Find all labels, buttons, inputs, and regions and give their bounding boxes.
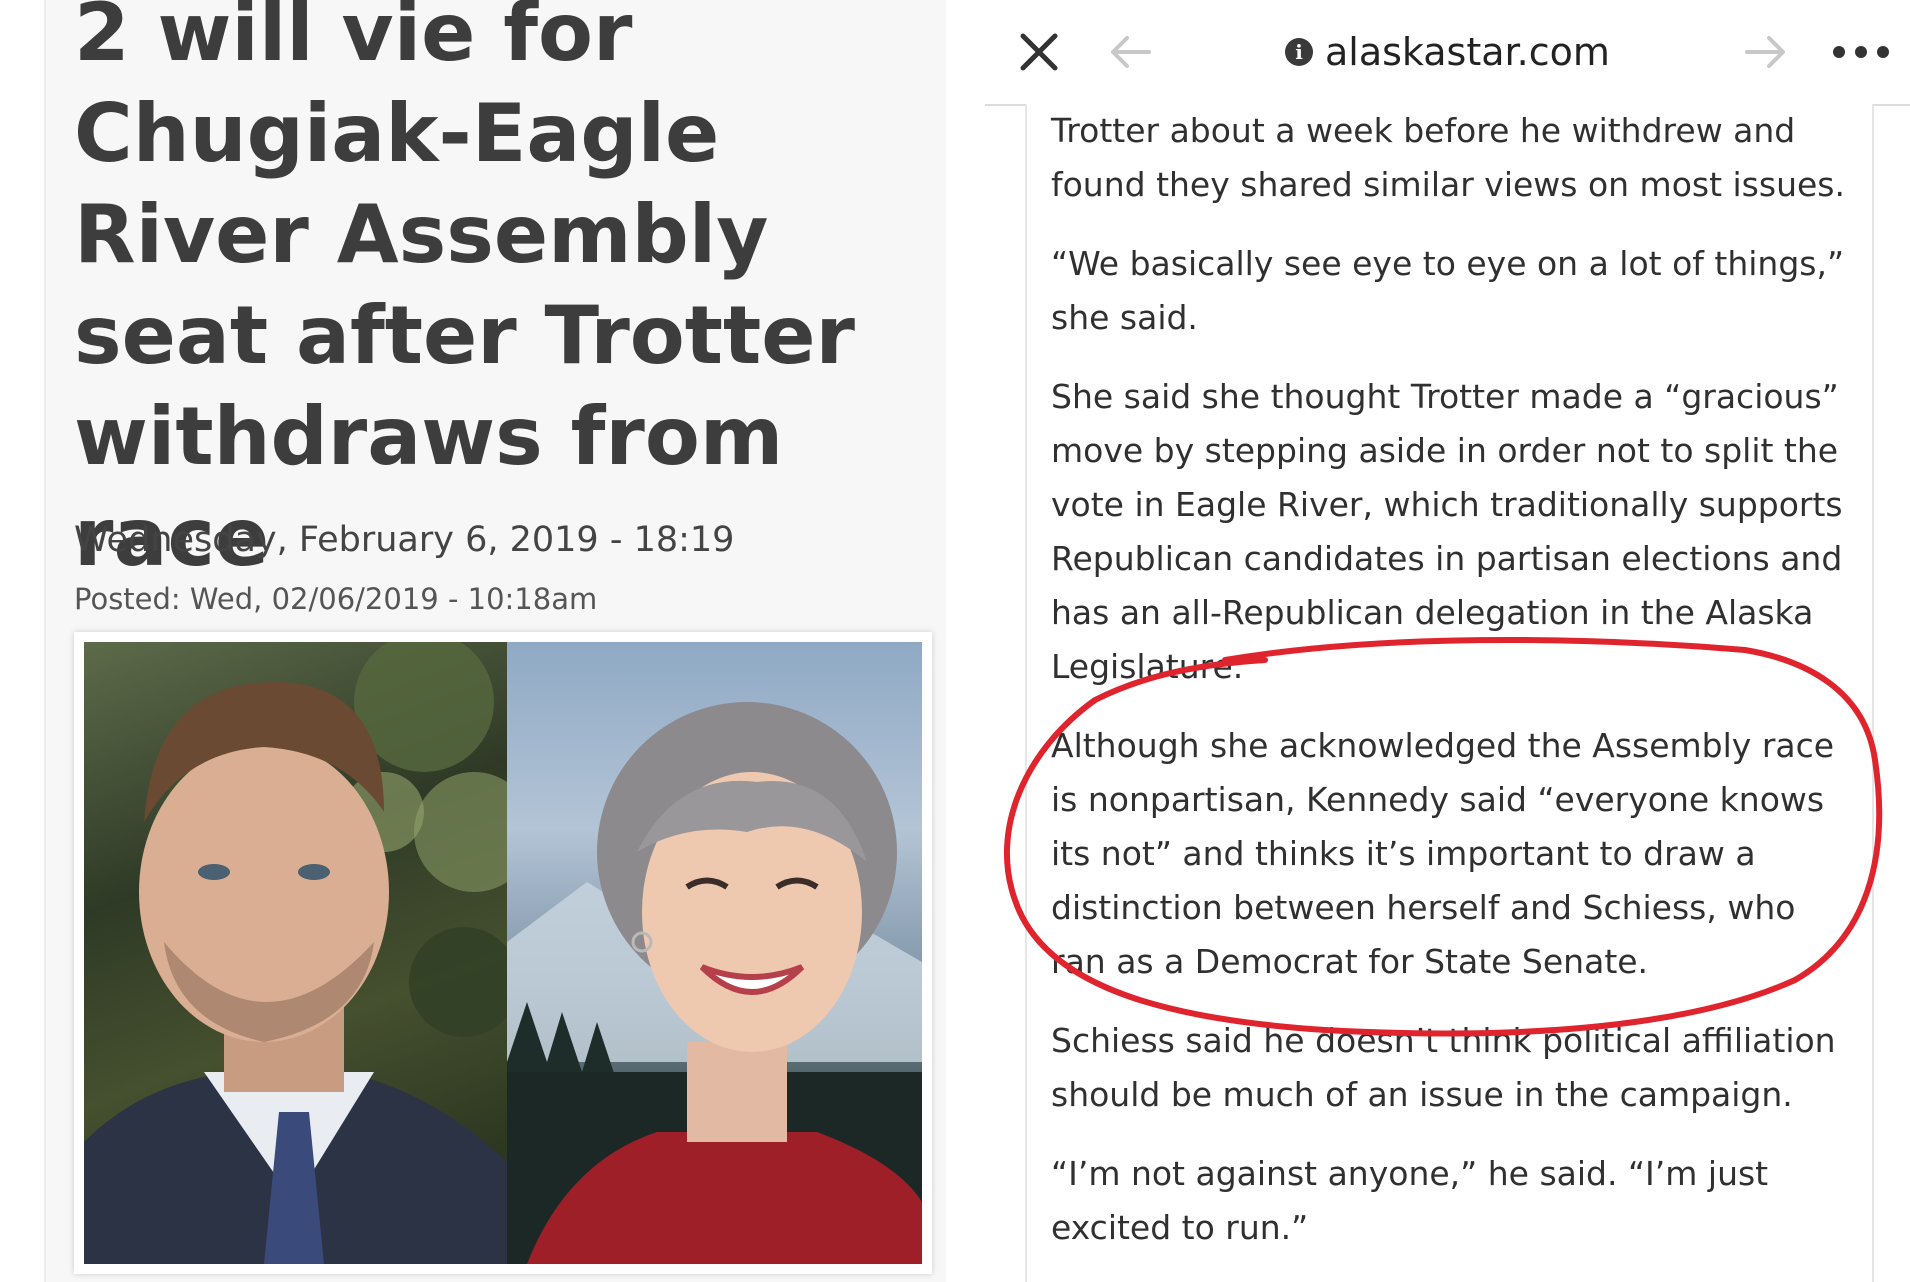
more-dots-icon xyxy=(1833,46,1889,58)
back-button[interactable] xyxy=(1107,30,1153,74)
article-column: 2 will vie for Chugiak-Eagle River Assem… xyxy=(44,0,946,1282)
highlighted-paragraph: Although she acknowledged the Assembly r… xyxy=(1051,726,1835,981)
webpage-content[interactable]: Trotter about a week before he withdrew … xyxy=(1025,104,1874,1282)
article-panel: 2 will vie for Chugiak-Eagle River Assem… xyxy=(0,0,980,1282)
paragraph: “We basically see eye to eye on a lot of… xyxy=(1051,244,1845,337)
article-headline: 2 will vie for Chugiak-Eagle River Assem… xyxy=(74,0,855,584)
more-options-button[interactable] xyxy=(1831,40,1891,64)
close-icon xyxy=(1020,33,1058,71)
browser-toolbar: i alaskastar.com xyxy=(985,0,1910,106)
photo-man-portrait xyxy=(84,642,507,1264)
photo-woman-portrait xyxy=(507,642,922,1264)
candidates-photo xyxy=(74,632,932,1274)
article-posted-date: Posted: Wed, 02/06/2019 - 10:18am xyxy=(74,582,598,616)
paragraph: She said she thought Trotter made a “gra… xyxy=(1051,377,1843,686)
paragraph: Schiess said he doesn’t think political … xyxy=(1051,1021,1836,1114)
man-portrait-drawing xyxy=(84,642,507,1264)
forward-arrow-icon xyxy=(1745,36,1785,68)
article-date: Wednesday, February 6, 2019 - 18:19 xyxy=(74,520,735,560)
woman-portrait-drawing xyxy=(507,702,922,1264)
article-body: Trotter about a week before he withdrew … xyxy=(1051,104,1851,1280)
browser-panel: i alaskastar.com Trotter about a week be… xyxy=(985,0,1910,1282)
address-bar[interactable]: i alaskastar.com xyxy=(1285,26,1625,78)
url-text: alaskastar.com xyxy=(1325,30,1610,74)
back-arrow-icon xyxy=(1111,36,1151,68)
paragraph: Trotter about a week before he withdrew … xyxy=(1051,111,1845,204)
info-icon[interactable]: i xyxy=(1285,38,1313,66)
paragraph: “I’m not against anyone,” he said. “I’m … xyxy=(1051,1154,1769,1247)
close-button[interactable] xyxy=(1015,28,1063,76)
forward-button[interactable] xyxy=(1743,30,1789,74)
